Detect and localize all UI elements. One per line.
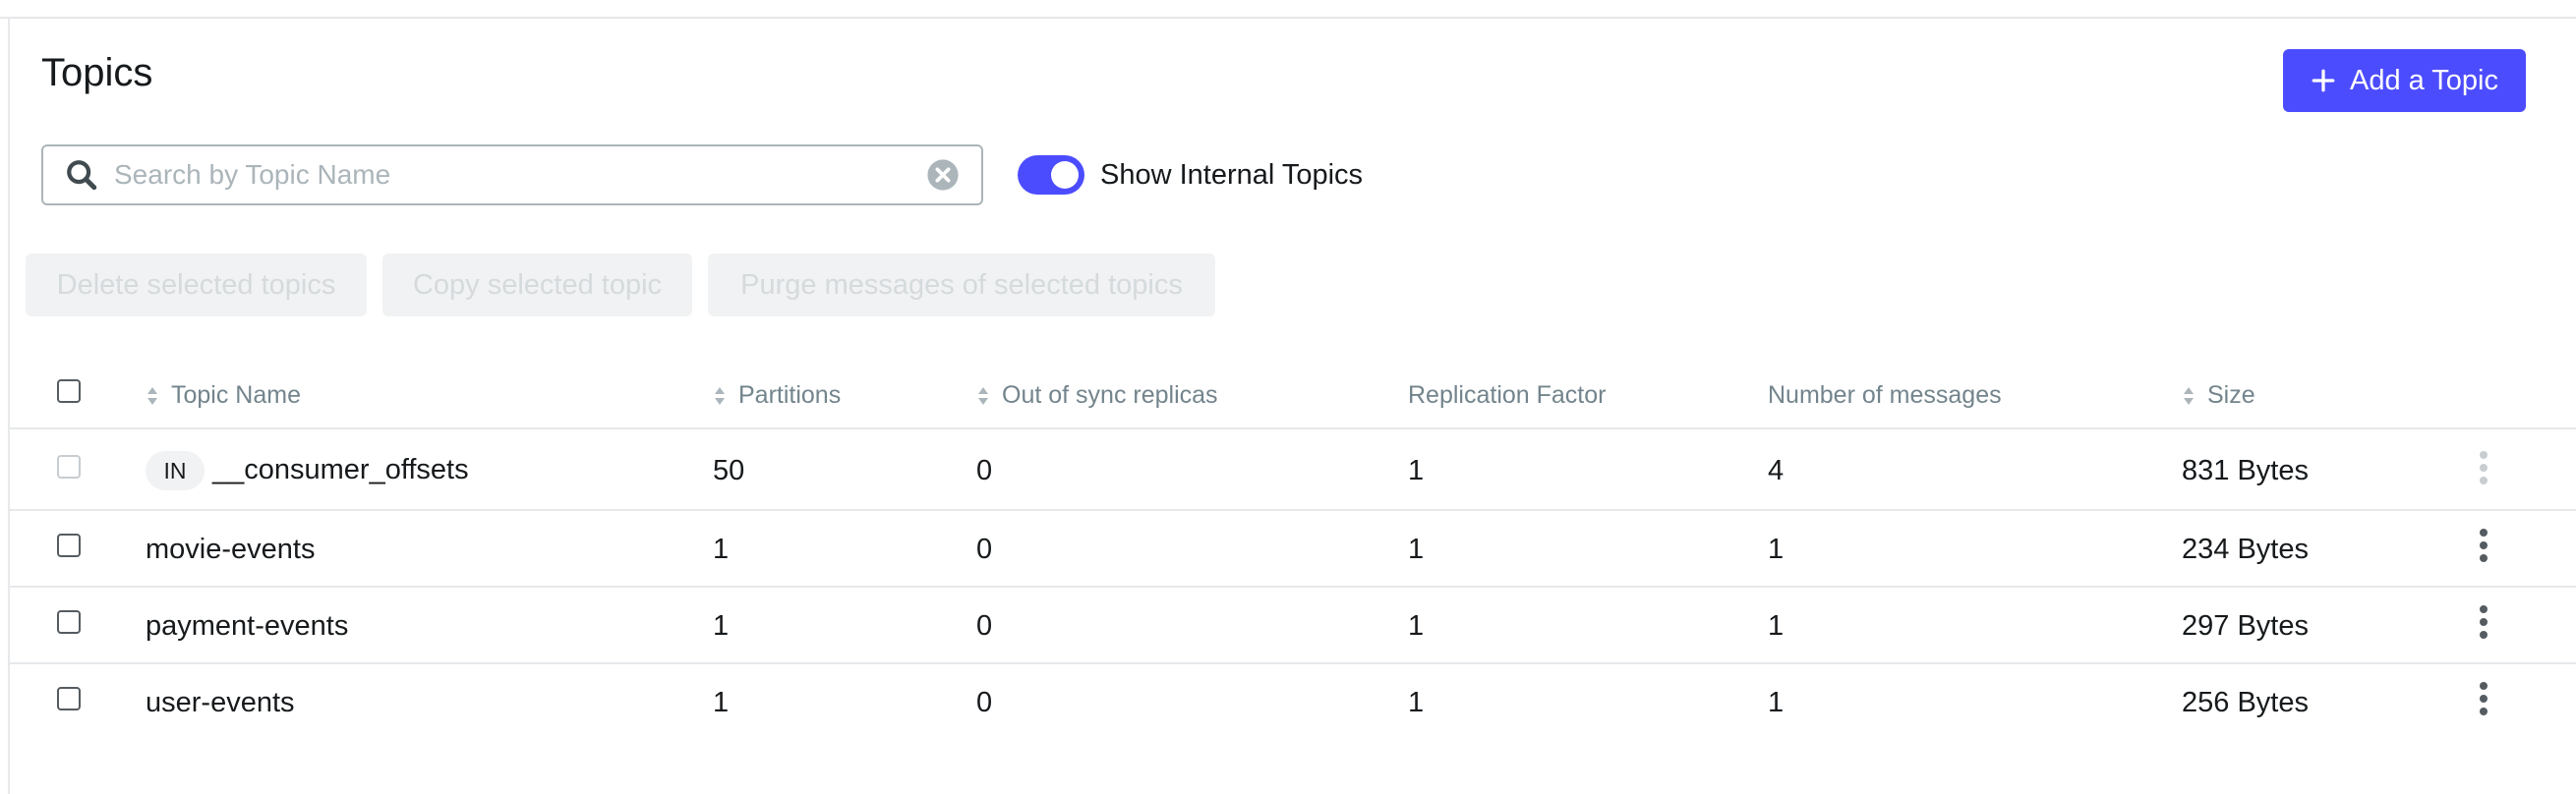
messages-cell: 4 <box>1768 455 1785 486</box>
page-left-border <box>8 17 10 794</box>
partitions-cell: 1 <box>713 687 730 718</box>
row-checkbox[interactable] <box>57 534 81 557</box>
column-header-size[interactable]: Size <box>2182 381 2255 410</box>
topic-name-link[interactable]: user-events <box>146 687 295 719</box>
messages-cell: 1 <box>1768 534 1785 565</box>
out-of-sync-cell: 0 <box>976 455 993 486</box>
internal-badge: IN <box>146 451 205 490</box>
sort-icon <box>978 386 988 405</box>
partitions-cell: 50 <box>713 455 745 486</box>
column-label: Size <box>2207 381 2255 409</box>
size-cell: 256 Bytes <box>2182 687 2309 718</box>
row-checkbox <box>57 455 81 479</box>
topic-name-link[interactable]: movie-events <box>146 534 315 566</box>
select-all-checkbox[interactable] <box>57 379 81 403</box>
out-of-sync-cell: 0 <box>976 687 993 718</box>
column-label: Number of messages <box>1768 381 2002 409</box>
search-box <box>41 144 983 205</box>
more-vertical-icon[interactable] <box>2478 681 2489 716</box>
sort-icon <box>147 386 157 405</box>
copy-selected-topic-button[interactable]: Copy selected topic <box>382 254 692 316</box>
replication-factor-cell: 1 <box>1408 610 1425 642</box>
replication-factor-cell: 1 <box>1408 455 1425 486</box>
delete-selected-topics-button[interactable]: Delete selected topics <box>26 254 367 316</box>
messages-cell: 1 <box>1768 610 1785 642</box>
column-label: Topic Name <box>171 381 301 409</box>
replication-factor-cell: 1 <box>1408 534 1425 565</box>
column-header-partitions[interactable]: Partitions <box>713 381 841 410</box>
search-input[interactable] <box>112 149 926 200</box>
partitions-cell: 1 <box>713 610 730 642</box>
page-title: Topics <box>41 51 153 94</box>
header-divider <box>10 427 2576 429</box>
out-of-sync-cell: 0 <box>976 534 993 565</box>
column-header-replication-factor: Replication Factor <box>1408 381 1606 410</box>
top-bar <box>0 0 2576 19</box>
row-checkbox[interactable] <box>57 610 81 634</box>
size-cell: 297 Bytes <box>2182 610 2309 642</box>
sort-icon <box>715 386 725 405</box>
size-cell: 234 Bytes <box>2182 534 2309 565</box>
show-internal-topics-toggle[interactable] <box>1018 155 1084 195</box>
size-cell: 831 Bytes <box>2182 455 2309 486</box>
out-of-sync-cell: 0 <box>976 610 993 642</box>
topic-name-link[interactable]: __consumer_offsets <box>212 454 469 486</box>
clear-icon[interactable] <box>926 158 960 192</box>
add-topic-label: Add a Topic <box>2349 64 2499 96</box>
show-internal-topics-label: Show Internal Topics <box>1100 159 1364 191</box>
search-icon <box>67 160 97 191</box>
row-divider <box>10 586 2576 588</box>
replication-factor-cell: 1 <box>1408 687 1425 718</box>
more-vertical-icon[interactable] <box>2478 604 2489 640</box>
row-divider <box>10 509 2576 511</box>
column-header-number-of-messages: Number of messages <box>1768 381 2002 410</box>
sort-icon <box>2184 386 2194 405</box>
add-topic-button[interactable]: Add a Topic <box>2283 49 2526 112</box>
column-header-topic-name[interactable]: Topic Name <box>146 381 301 410</box>
partitions-cell: 1 <box>713 534 730 565</box>
column-header-out-of-sync[interactable]: Out of sync replicas <box>976 381 1218 410</box>
column-label: Replication Factor <box>1408 381 1607 409</box>
more-vertical-icon[interactable] <box>2478 528 2489 563</box>
topic-name-link[interactable]: payment-events <box>146 610 348 643</box>
plus-icon <box>2312 69 2335 92</box>
toggle-knob <box>1051 161 1079 189</box>
row-divider <box>10 662 2576 664</box>
column-label: Out of sync replicas <box>1002 381 1218 409</box>
row-checkbox[interactable] <box>57 687 81 710</box>
purge-messages-button[interactable]: Purge messages of selected topics <box>708 254 1215 316</box>
column-label: Partitions <box>738 381 842 409</box>
more-vertical-icon <box>2480 451 2488 484</box>
messages-cell: 1 <box>1768 687 1785 718</box>
